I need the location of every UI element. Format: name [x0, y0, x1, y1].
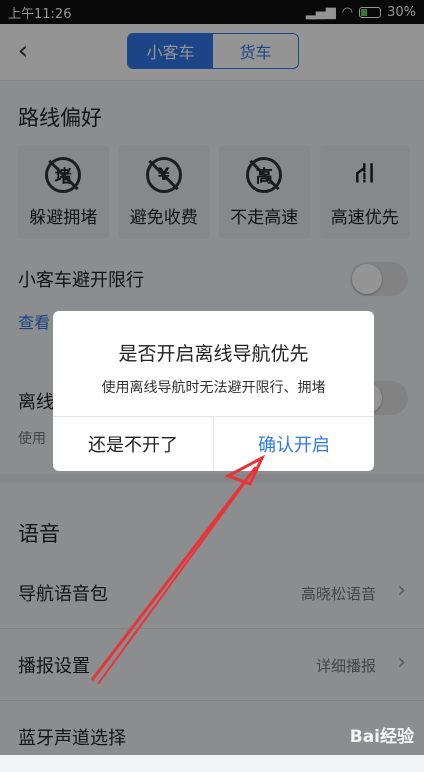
dialog-message: 使用离线导航时无法避开限行、拥堵 — [101, 380, 326, 396]
dialog-title: 是否开启离线导航优先 — [118, 343, 309, 365]
offline-confirm-dialog: 是否开启离线导航优先 使用离线导航时无法避开限行、拥堵 还是不开了 确认开启 — [53, 311, 374, 471]
confirm-button[interactable]: 确认开启 — [214, 417, 374, 471]
watermark-logo: Bai经验 — [349, 727, 414, 747]
dialog-buttons: 还是不开了 确认开启 — [53, 416, 374, 471]
cancel-button[interactable]: 还是不开了 — [53, 417, 214, 471]
